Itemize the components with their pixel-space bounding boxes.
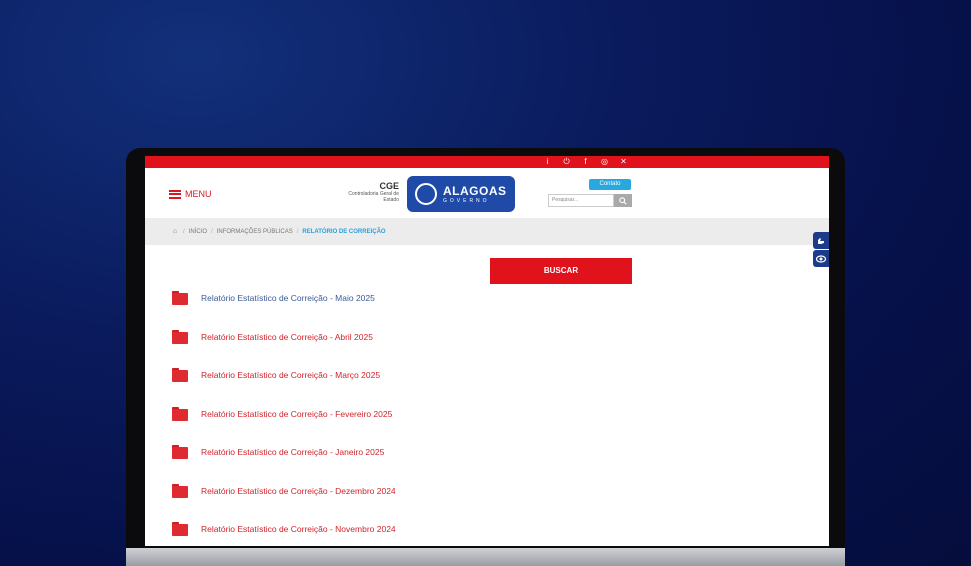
website-screen: i ⏻ f ◎ ✕ MENU CGE Controladoria Geral d… <box>145 156 829 546</box>
folder-icon <box>172 329 188 344</box>
contact-button[interactable]: Contato <box>589 179 631 190</box>
cge-subtitle: Controladoria Geral de Estado <box>348 191 399 203</box>
list-item[interactable]: Relatório Estatístico de Correição - Jan… <box>172 443 384 461</box>
facebook-icon[interactable]: f <box>581 156 590 168</box>
info-icon[interactable]: i <box>543 156 552 168</box>
document-link[interactable]: Relatório Estatístico de Correição - Mai… <box>201 293 375 303</box>
folder-icon <box>172 483 188 498</box>
logo-main-text: ALAGOAS <box>443 183 507 198</box>
breadcrumb: ⌂ / INÍCIO / INFORMAÇÕES PÚBLICAS / RELA… <box>145 218 829 245</box>
search-box: Pesquisar... <box>548 194 632 207</box>
document-link[interactable]: Relatório Estatístico de Correição - Abr… <box>201 332 373 342</box>
breadcrumb-separator: / <box>296 228 299 235</box>
breadcrumb-separator: / <box>183 228 185 235</box>
folder-icon <box>172 368 188 382</box>
document-link[interactable]: Relatório Estatístico de Correição - Mar… <box>201 370 380 380</box>
breadcrumb-separator: / <box>211 228 213 235</box>
document-link[interactable]: Relatório Estatístico de Correição - Fev… <box>201 409 392 419</box>
breadcrumb-current: RELATÓRIO DE CORREIÇÃO <box>302 228 386 235</box>
x-icon[interactable]: ✕ <box>619 156 628 168</box>
site-header: MENU CGE Controladoria Geral de Estado A… <box>145 168 829 219</box>
sign-language-icon <box>818 237 824 244</box>
menu-label: MENU <box>185 189 212 199</box>
folder-icon <box>172 445 188 459</box>
accessibility-view-button[interactable] <box>813 250 829 267</box>
list-item[interactable]: Relatório Estatístico de Correição - Fev… <box>172 405 392 423</box>
buscar-button[interactable]: BUSCAR <box>490 258 632 284</box>
cge-title: CGE <box>379 181 399 191</box>
instagram-icon[interactable]: ◎ <box>600 156 609 168</box>
alagoas-logo[interactable]: ALAGOAS GOVERNO <box>407 176 515 212</box>
home-icon[interactable]: ⌂ <box>171 228 179 235</box>
power-icon[interactable]: ⏻ <box>562 156 571 168</box>
menu-button[interactable]: MENU <box>169 189 212 199</box>
document-link[interactable]: Relatório Estatístico de Correição - Nov… <box>201 524 396 534</box>
folder-icon <box>172 406 188 421</box>
list-item[interactable]: Relatório Estatístico de Correição - Dez… <box>172 482 396 500</box>
list-item[interactable]: Relatório Estatístico de Correição - Abr… <box>172 328 373 346</box>
list-item[interactable]: Relatório Estatístico de Correição - Mar… <box>172 366 380 384</box>
folder-icon <box>172 291 188 305</box>
breadcrumb-item-informacoes[interactable]: INFORMAÇÕES PÚBLICAS <box>217 229 293 235</box>
eye-icon <box>816 254 826 263</box>
top-social-bar: i ⏻ f ◎ ✕ <box>145 156 829 168</box>
document-link[interactable]: Relatório Estatístico de Correição - Jan… <box>201 447 384 457</box>
hamburger-icon <box>169 189 181 199</box>
breadcrumb-item-inicio[interactable]: INÍCIO <box>189 229 207 235</box>
logo-sub-text: GOVERNO <box>443 197 490 204</box>
search-button[interactable] <box>614 194 632 207</box>
document-link[interactable]: Relatório Estatístico de Correição - Dez… <box>201 486 396 496</box>
search-input[interactable]: Pesquisar... <box>548 194 614 207</box>
state-seal-icon <box>415 183 437 205</box>
cge-logo[interactable]: CGE Controladoria Geral de Estado <box>343 181 399 203</box>
list-item[interactable]: Relatório Estatístico de Correição - Mai… <box>172 289 375 307</box>
list-item[interactable]: Relatório Estatístico de Correição - Nov… <box>172 520 396 538</box>
sign-language-button[interactable] <box>813 232 829 249</box>
laptop-base <box>126 548 845 566</box>
folder-icon <box>172 522 188 536</box>
search-icon <box>619 196 627 205</box>
